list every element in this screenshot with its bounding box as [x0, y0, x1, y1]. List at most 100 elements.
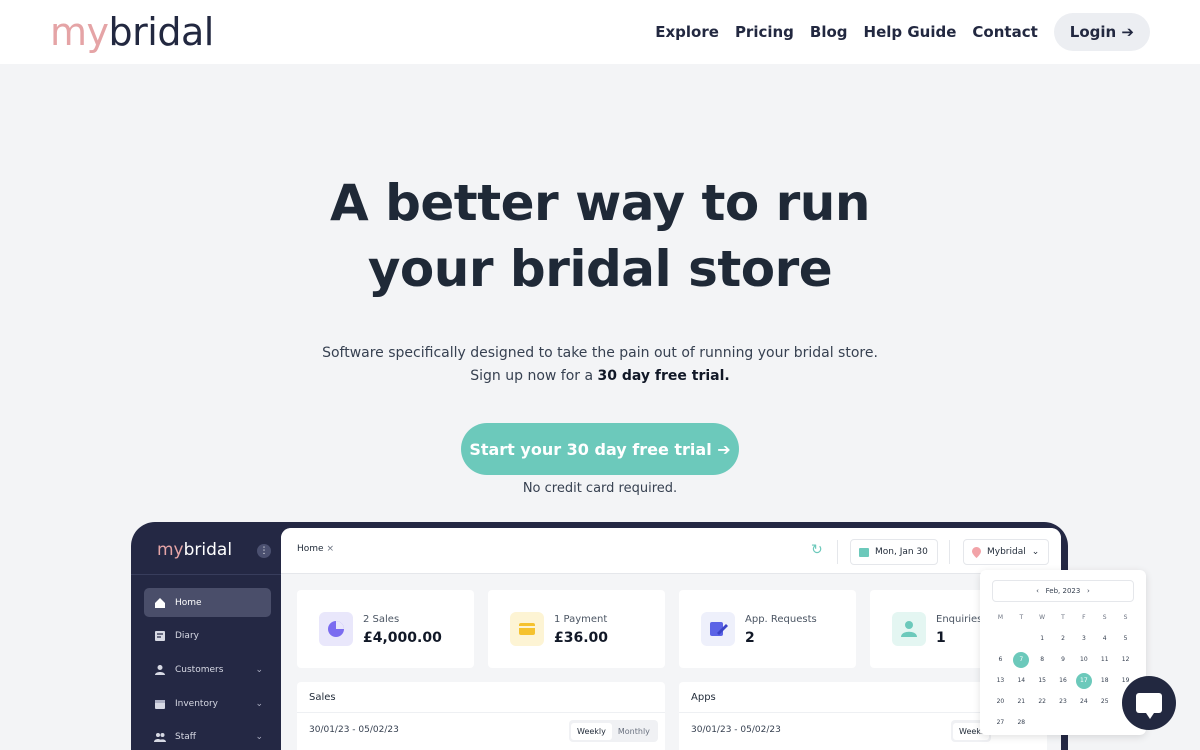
calendar-weekday-label: M — [997, 614, 1004, 621]
date-picker-button[interactable]: Mon, Jan 30 — [850, 539, 938, 565]
payment-summary-card[interactable]: 1 Payment £36.00 — [488, 590, 665, 668]
card-value: 2 — [745, 630, 755, 646]
tab-home-label: Home — [297, 544, 324, 554]
sales-panel: Sales 30/01/23 - 05/02/23 Weekly Monthly — [297, 682, 665, 750]
hero-subtitle-line-2: Sign up now for a 30 day free trial. — [0, 365, 1200, 388]
topbar-divider — [837, 540, 838, 564]
main-nav: Explore Pricing Blog Help Guide Contact … — [655, 13, 1150, 51]
sidebar-item-customers[interactable]: Customers ⌄ — [144, 655, 271, 684]
date-label: Mon, Jan 30 — [875, 547, 928, 557]
brand-logo-bridal: bridal — [108, 10, 215, 54]
hero-subtitle: Software specifically designed to take t… — [0, 342, 1200, 388]
calendar-day[interactable]: 10 — [1073, 652, 1094, 668]
calendar-weekday-label: T — [1019, 614, 1024, 621]
calendar-empty-cell — [990, 631, 1011, 647]
calendar-day[interactable]: 16 — [1053, 673, 1074, 689]
hero-title: A better way to run your bridal store — [0, 170, 1200, 302]
home-icon — [155, 597, 165, 608]
chat-launcher-button[interactable] — [1122, 676, 1176, 730]
pie-chart-icon — [319, 612, 353, 646]
hero-section: A better way to run your bridal store So… — [0, 170, 1200, 388]
calendar-dropdown: ‹ Feb, 2023 › M T W T F S S 1 2 3 4 5 6 7 8 9 10 11 12 13 14… — [980, 570, 1146, 735]
next-month-icon[interactable]: › — [1087, 587, 1090, 595]
calendar-month-label: Feb, 2023 — [1045, 587, 1081, 595]
sidebar-item-inventory[interactable]: Inventory ⌄ — [144, 689, 271, 718]
calendar-day[interactable]: 17 — [1075, 673, 1092, 689]
login-button[interactable]: Login ➔ — [1053, 13, 1150, 51]
calendar-weekday-label: T — [1061, 614, 1065, 621]
calendar-day[interactable]: 22 — [1032, 694, 1053, 710]
sidebar-item-diary[interactable]: Diary — [144, 621, 271, 650]
sidebar-item-label: Inventory — [175, 698, 218, 709]
calendar-day[interactable]: 8 — [1032, 652, 1053, 668]
edit-icon — [701, 612, 735, 646]
brand-logo-my: my — [50, 10, 109, 54]
nav-contact-link[interactable]: Contact — [972, 23, 1037, 41]
app-sidebar: mybridal ⋮ Home Diary Customers ⌄ Invent… — [131, 522, 281, 750]
date-range: 30/01/23 - 05/02/23 — [691, 725, 781, 735]
sidebar-item-home[interactable]: Home — [144, 588, 271, 617]
sidebar-item-label: Home — [175, 597, 202, 608]
calendar-day[interactable]: 24 — [1073, 694, 1094, 710]
card-value: £36.00 — [554, 630, 609, 646]
person-icon — [892, 612, 926, 646]
app-requests-card[interactable]: App. Requests 2 — [679, 590, 856, 668]
panel-title: Sales — [309, 692, 336, 703]
app-main-area: Home × ↻ Mon, Jan 30 Mybridal ⌄ 2 Sales … — [281, 528, 1061, 750]
calendar-day[interactable]: 27 — [990, 715, 1011, 731]
sidebar-item-staff[interactable]: Staff ⌄ — [144, 722, 271, 750]
kebab-menu-icon[interactable]: ⋮ — [257, 544, 271, 558]
calendar-day[interactable]: 6 — [990, 652, 1011, 668]
calendar-day[interactable]: 14 — [1011, 673, 1032, 689]
card-label: 1 Payment — [554, 614, 608, 625]
no-credit-card-note: No credit card required. — [522, 481, 678, 496]
calendar-day[interactable]: 11 — [1094, 652, 1115, 668]
nav-help-guide-link[interactable]: Help Guide — [864, 23, 957, 41]
calendar-icon — [859, 548, 869, 557]
calendar-day[interactable]: 28 — [1011, 715, 1032, 731]
chevron-down-icon: ⌄ — [255, 731, 263, 742]
weekly-toggle[interactable]: Weekly — [571, 722, 612, 740]
calendar-day[interactable]: 3 — [1073, 631, 1094, 647]
card-label: Enquiries — [936, 614, 983, 625]
store-selector[interactable]: Mybridal ⌄ — [963, 539, 1049, 565]
calendar-day[interactable]: 13 — [990, 673, 1011, 689]
calendar-day[interactable]: 20 — [990, 694, 1011, 710]
nav-blog-link[interactable]: Blog — [810, 23, 848, 41]
app-topbar: Home × ↻ Mon, Jan 30 Mybridal ⌄ — [281, 528, 1061, 574]
card-label: App. Requests — [745, 614, 817, 625]
calendar-day[interactable]: 18 — [1094, 673, 1115, 689]
calendar-day[interactable]: 1 — [1032, 631, 1053, 647]
calendar-day[interactable]: 23 — [1053, 694, 1074, 710]
close-icon[interactable]: × — [326, 544, 334, 554]
calendar-day[interactable]: 15 — [1032, 673, 1053, 689]
calendar-day[interactable]: 4 — [1094, 631, 1115, 647]
calendar-day[interactable]: 12 — [1115, 652, 1136, 668]
topbar-divider — [949, 540, 950, 564]
app-sidebar-logo: mybridal — [157, 540, 232, 560]
calendar-day[interactable]: 5 — [1115, 631, 1136, 647]
calendar-day[interactable]: 21 — [1011, 694, 1032, 710]
calendar-day[interactable]: 2 — [1053, 631, 1074, 647]
nav-explore-link[interactable]: Explore — [655, 23, 719, 41]
free-trial-button[interactable]: Start your 30 day free trial ➔ — [461, 423, 739, 475]
sales-summary-card[interactable]: 2 Sales £4,000.00 — [297, 590, 474, 668]
location-pin-icon — [972, 546, 981, 558]
app-preview-frame: mybridal ⋮ Home Diary Customers ⌄ Invent… — [131, 522, 1068, 750]
monthly-toggle[interactable]: Monthly — [612, 723, 656, 740]
nav-pricing-link[interactable]: Pricing — [735, 23, 794, 41]
calendar-day[interactable]: 9 — [1053, 652, 1074, 668]
store-label: Mybridal — [987, 547, 1026, 557]
box-icon — [155, 699, 165, 709]
calendar-day[interactable]: 25 — [1094, 694, 1115, 710]
user-icon — [155, 664, 165, 675]
tab-home[interactable]: Home × — [297, 544, 334, 554]
prev-month-icon[interactable]: ‹ — [1036, 587, 1039, 595]
calendar-weekday-label: S — [1102, 614, 1107, 621]
refresh-icon[interactable]: ↻ — [811, 542, 823, 558]
panel-title: Apps — [691, 692, 716, 703]
brand-logo[interactable]: mybridal — [50, 13, 214, 51]
app-logo-my: my — [157, 540, 184, 560]
card-label: 2 Sales — [363, 614, 400, 625]
calendar-day[interactable]: 7 — [1013, 652, 1030, 668]
